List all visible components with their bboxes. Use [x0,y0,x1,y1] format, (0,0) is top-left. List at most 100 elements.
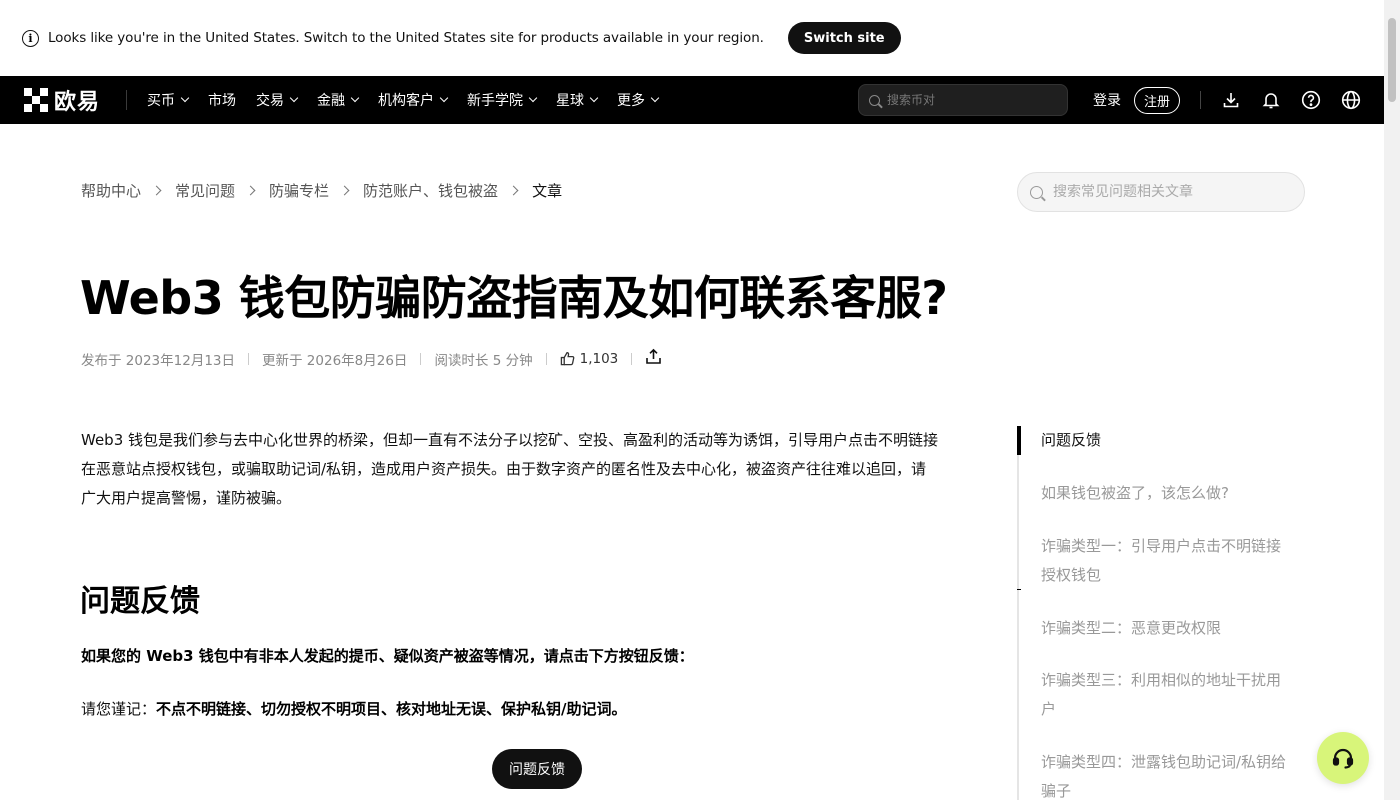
toc-item[interactable]: 诈骗类型四：泄露钱包助记词/私钥给 骗子 [1041,748,1311,800]
chevron-down-icon [589,93,599,103]
coin-search-input[interactable] [887,93,1057,107]
meta-separator [631,352,633,365]
login-link[interactable]: 登录 [1093,90,1121,110]
breadcrumb: 帮助中心 常见问题 防骗专栏 防范账户、钱包被盗 文章 [81,180,562,201]
nav-item-label: 买币 [147,93,176,109]
section-heading: 问题反馈 [80,584,200,619]
nav-item[interactable]: 新手学院 [467,90,538,110]
feedback-instruction: 如果您的 Web3 钱包中有非本人发起的提币、疑似资产被盗等情况，请点击下方按钮… [81,647,694,665]
top-nav: 欧易 买币 市场 交易 金融 机构客户 新手学院 星球 更多 登录 注册 [0,76,1384,124]
nav-menu: 买币 市场 交易 金融 机构客户 新手学院 星球 更多 [147,90,678,110]
breadcrumb-item[interactable]: 帮助中心 [81,180,141,201]
scrollbar-thumb[interactable] [1388,18,1396,102]
chevron-down-icon [439,93,449,103]
like-button[interactable]: 1,103 [560,350,619,367]
toc-item-line: 诈骗类型二：恶意更改权限 [1041,619,1222,637]
toc-item[interactable]: 如果钱包被盗了，该怎么做? [1041,479,1311,508]
chevron-down-icon [289,93,299,103]
meta-separator [420,352,422,365]
bell-icon[interactable] [1260,89,1282,111]
switch-site-button[interactable]: Switch site [787,22,901,54]
updated-date: 更新于 2026年8月26日 [262,352,408,369]
toc-active-indicator [1017,426,1021,455]
breadcrumb-item[interactable]: 防范账户、钱包被盗 [363,180,498,201]
nav-item[interactable]: 交易 [256,90,299,110]
toc-item-line: 骗子 [1041,782,1072,800]
toc-item-line: 授权钱包 [1041,566,1102,584]
page-title: Web3 钱包防骗防盗指南及如何联系客服? [80,271,948,325]
help-icon[interactable] [1300,89,1322,111]
nav-item[interactable]: 市场 [208,90,236,110]
breadcrumb-item[interactable]: 防骗专栏 [269,180,329,201]
nav-item-label: 市场 [208,93,237,109]
share-icon [646,348,662,364]
page-scrollbar[interactable] [1384,0,1400,800]
nav-item[interactable]: 更多 [617,90,660,110]
chevron-down-icon [528,93,538,103]
nav-item[interactable]: 金融 [317,90,360,110]
read-time: 阅读时长 5 分钟 [434,352,533,369]
chevron-down-icon [350,93,360,103]
coin-search[interactable] [858,84,1068,116]
thumbs-up-icon [560,352,574,366]
nav-item-label: 新手学院 [467,93,524,109]
headset-icon [1332,748,1354,769]
meta-separator [545,352,547,365]
brand-name: 欧易 [54,90,101,115]
like-count: 1,103 [579,350,619,367]
toc-item-line: 户 [1041,700,1057,718]
nav-item[interactable]: 星球 [556,90,599,110]
toc-item-line: 诈骗类型四：泄露钱包助记词/私钥给 [1041,753,1287,771]
globe-icon[interactable] [1340,89,1362,111]
toc-marker [1017,589,1021,590]
chevron-down-icon [650,93,660,103]
chevron-right-icon [339,185,350,196]
toc-track [1017,426,1019,800]
intro-line: Web3 钱包是我们参与去中心化世界的桥梁，但却一直有不法分子以挖矿、空投、高盈… [81,431,939,449]
nav-item[interactable]: 机构客户 [378,90,449,110]
customer-support-button[interactable] [1317,732,1369,784]
nav-item-label: 更多 [617,93,646,109]
nav-item[interactable]: 买币 [147,90,190,110]
toc-item[interactable]: 问题反馈 [1041,426,1311,455]
region-message: Looks like you're in the United States. … [48,30,764,46]
help-search[interactable] [1017,172,1305,212]
register-button[interactable]: 注册 [1134,87,1181,114]
search-icon [869,94,880,106]
intro-line: 在恶意站点授权钱包，或骗取助记词/私钥，造成用户资产损失。由于数字资产的匿名性及… [81,460,927,478]
toc-item-line: 问题反馈 [1041,431,1102,449]
chevron-right-icon [508,185,519,196]
region-banner: i Looks like you're in the United States… [0,0,1384,76]
toc-item-line: 诈骗类型三：利用相似的地址干扰用 [1041,671,1282,689]
breadcrumb-item[interactable]: 常见问题 [175,180,235,201]
chevron-right-icon [245,185,256,196]
search-icon [1030,185,1043,199]
nav-item-label: 金融 [317,93,346,109]
download-icon[interactable] [1220,89,1242,111]
breadcrumb-item: 文章 [532,182,563,200]
info-icon: i [22,29,39,47]
reminder-rules: 不点不明链接、切勿授权不明项目、核对地址无误、保护私钥/助记词。 [156,700,627,718]
meta-separator [248,352,250,365]
nav-item-label: 交易 [256,93,285,109]
help-search-input[interactable] [1053,184,1293,200]
nav-divider [1200,91,1201,109]
toc-item-line: 如果钱包被盗了，该怎么做? [1041,484,1229,502]
toc-item[interactable]: 诈骗类型二：恶意更改权限 [1041,614,1311,643]
nav-item-label: 星球 [556,93,585,109]
chevron-right-icon [151,185,162,196]
toc-item-line: 诈骗类型一：引导用户点击不明链接 [1041,537,1282,555]
reminder-prefix: 请您谨记： [81,700,157,718]
safety-reminder: 请您谨记：不点不明链接、切勿授权不明项目、核对地址无误、保护私钥/助记词。 [81,698,627,719]
share-button[interactable] [645,348,662,369]
published-date: 发布于 2023年12月13日 [81,352,236,369]
okx-logo-icon [24,88,48,112]
intro-paragraph: Web3 钱包是我们参与去中心化世界的桥梁，但却一直有不法分子以挖矿、空投、高盈… [81,426,996,513]
toc-item[interactable]: 诈骗类型一：引导用户点击不明链接 授权钱包 [1041,532,1311,590]
article-meta: 发布于 2023年12月13日 更新于 2026年8月26日 阅读时长 5 分钟… [81,348,662,369]
toc-item[interactable]: 诈骗类型三：利用相似的地址干扰用户 [1041,666,1311,724]
chevron-down-icon [180,93,190,103]
feedback-button[interactable]: 问题反馈 [492,749,582,789]
nav-divider [126,90,128,110]
brand-logo[interactable]: 欧易 [24,76,100,124]
